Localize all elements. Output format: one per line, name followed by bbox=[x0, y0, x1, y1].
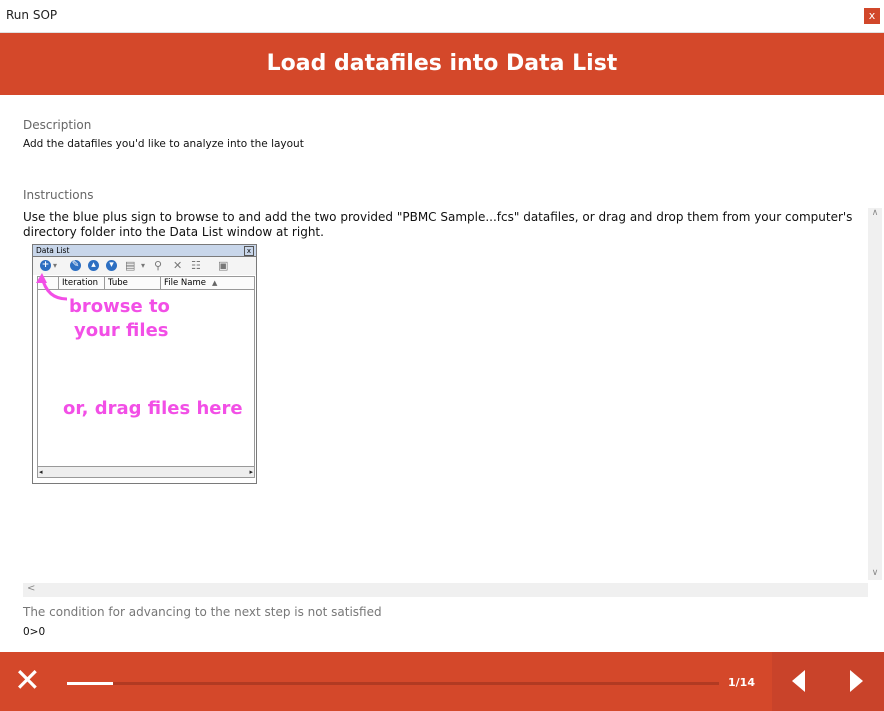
scroll-left-icon[interactable]: < bbox=[27, 583, 35, 594]
figure-titlebar: Data List x bbox=[33, 245, 256, 257]
progress-fill bbox=[67, 682, 113, 685]
page-indicator: 1/14 bbox=[728, 676, 755, 689]
scroll-down-icon[interactable]: ∨ bbox=[868, 568, 882, 580]
arrow-right-icon bbox=[850, 670, 863, 692]
window-titlebar: Run SOP x bbox=[0, 0, 884, 33]
column-divider bbox=[104, 277, 105, 289]
data-list-figure: Data List x + ▾ ✎ ▴ ▾ ▤ ▾ ⚲ ✕ ☷ ▣ Iterat… bbox=[32, 244, 257, 484]
sort-ascending-icon: ▲ bbox=[212, 279, 218, 287]
condition-message: The condition for advancing to the next … bbox=[23, 605, 382, 619]
copy-icon: ▤ bbox=[125, 259, 136, 272]
column-tube: Tube bbox=[108, 278, 128, 288]
scroll-up-icon[interactable]: ∧ bbox=[868, 208, 882, 220]
chevron-up-icon: ▴ bbox=[88, 260, 99, 271]
step-title: Load datafiles into Data List bbox=[266, 51, 618, 76]
annotation-drag: or, drag files here bbox=[63, 398, 243, 419]
instructions-label: Instructions bbox=[23, 188, 94, 202]
column-divider bbox=[160, 277, 161, 289]
figure-window-title: Data List bbox=[36, 246, 70, 255]
description-text: Add the datafiles you'd like to analyze … bbox=[23, 138, 304, 150]
next-step-button[interactable] bbox=[828, 652, 884, 711]
wrench-icon: ✎ bbox=[70, 260, 81, 271]
instructions-panel: Use the blue plus sign to browse to and … bbox=[23, 208, 868, 583]
dropdown-icon: ▾ bbox=[53, 261, 58, 270]
close-sop-button[interactable]: ✕ bbox=[0, 652, 55, 711]
clipboard-icon: ▣ bbox=[218, 259, 229, 272]
arrow-left-icon bbox=[792, 670, 805, 692]
dropdown-icon: ▾ bbox=[141, 261, 146, 270]
plus-icon: + bbox=[40, 260, 51, 271]
scroll-left-icon: ◂ bbox=[39, 468, 43, 476]
close-icon: ✕ bbox=[14, 661, 41, 699]
progress-track bbox=[67, 682, 719, 685]
previous-step-button[interactable] bbox=[772, 652, 828, 711]
figure-close-icon: x bbox=[244, 246, 254, 256]
window-close-button[interactable]: x bbox=[864, 8, 880, 24]
list-icon: ☷ bbox=[191, 259, 201, 272]
delete-icon: ✕ bbox=[173, 259, 183, 272]
window-title: Run SOP bbox=[6, 8, 58, 22]
chevron-down-icon: ▾ bbox=[106, 260, 117, 271]
vertical-scrollbar[interactable]: ∧ ∨ bbox=[868, 208, 882, 580]
footer-bar: ✕ 1/14 bbox=[0, 652, 884, 711]
magnifier-icon: ⚲ bbox=[154, 259, 163, 272]
figure-horizontal-scrollbar: ◂ ▸ bbox=[37, 466, 255, 478]
scroll-right-icon: ▸ bbox=[249, 468, 253, 476]
column-file-name: File Name bbox=[164, 278, 207, 288]
annotation-browse-line1: browse to bbox=[69, 296, 170, 317]
condition-value: 0>0 bbox=[23, 626, 46, 638]
step-header: Load datafiles into Data List bbox=[0, 33, 884, 95]
description-label: Description bbox=[23, 118, 92, 132]
annotation-browse-line2: your files bbox=[74, 320, 169, 341]
instructions-text: Use the blue plus sign to browse to and … bbox=[23, 210, 853, 239]
horizontal-scrollbar[interactable]: < bbox=[23, 583, 868, 597]
